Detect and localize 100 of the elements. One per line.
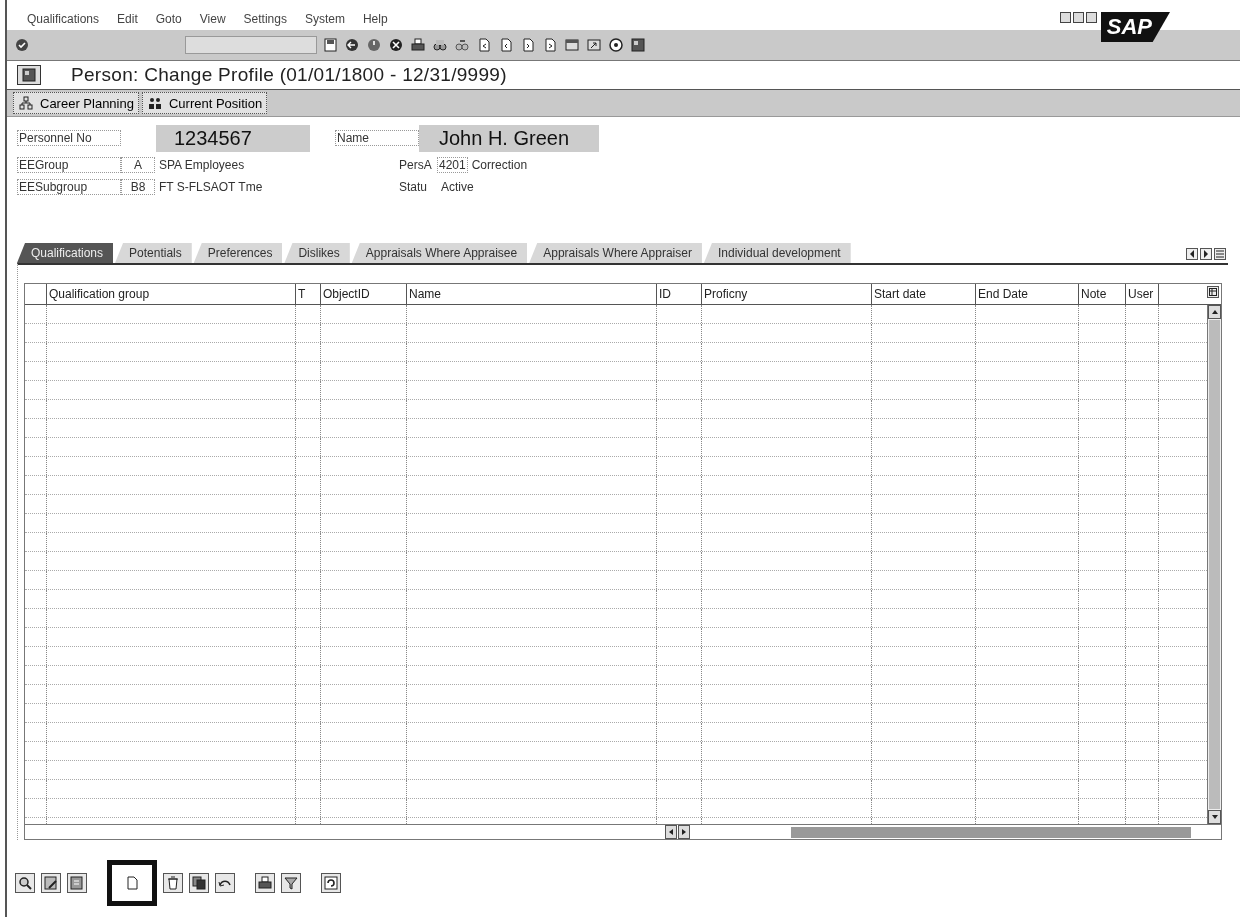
app-button[interactable]: Career Planning [13,92,139,114]
down-arrow-icon[interactable] [1211,815,1218,819]
toolbar-button[interactable] [13,36,31,54]
left-arrow-icon[interactable] [669,829,673,835]
people-icon [146,95,163,111]
menu-item[interactable]: Qualifications [25,12,102,26]
minimize-button[interactable] [1059,12,1071,23]
field-label: Statu [399,180,429,194]
table-action-button[interactable] [41,873,61,893]
copy-icon [191,875,207,891]
left-arrow-icon [1189,250,1195,258]
back-icon [344,37,360,53]
printer-icon [257,875,273,891]
menu-item[interactable]: Help [360,12,390,26]
funnel-icon [283,875,299,891]
column-header[interactable]: Qualification group [47,284,296,304]
table-action-button[interactable] [321,873,341,893]
binoculars-icon [454,37,470,53]
help-icon [608,37,624,53]
field-text: SPA Employees [159,158,246,172]
menu-item[interactable]: View [197,12,228,26]
personnel-number: 1234567 [156,124,310,152]
hierarchy-icon [18,95,34,111]
magnifier-icon [17,875,33,891]
tab[interactable]: Qualifications [17,243,114,263]
toolbar-button[interactable] [409,36,427,54]
table-action-button[interactable] [281,873,301,893]
field-label: EESubgroup [17,179,121,195]
tab-list-button[interactable] [1214,248,1226,260]
page-icon [542,37,558,53]
list-icon [1216,250,1224,258]
page-icon [476,37,492,53]
tab[interactable]: Appraisals Where Appraiser [529,243,702,263]
page-icon [498,37,514,53]
toolbar-button[interactable] [607,36,625,54]
page-icon [520,37,536,53]
edit-icon [43,875,59,891]
window-icon [586,37,602,53]
table-action-button[interactable] [107,860,157,906]
column-header[interactable]: Name [407,284,657,304]
binoculars-icon [432,37,448,53]
toolbar-button[interactable] [321,36,339,54]
menu-item[interactable]: Goto [153,12,184,26]
field-label: Personnel No [17,130,121,146]
column-header[interactable]: Note [1079,284,1126,304]
field-label: EEGroup [17,157,121,173]
field-value: A [121,157,155,173]
window-icon [564,37,580,53]
field-label: PersA [399,158,433,172]
tab[interactable]: Appraisals Where Appraisee [351,243,528,263]
grid-icon [1209,288,1217,296]
right-arrow-icon [1203,250,1209,258]
table-settings-button[interactable] [1207,286,1219,298]
tab[interactable]: Individual development [703,243,851,263]
right-arrow-icon[interactable] [682,829,686,835]
close-button[interactable] [1085,12,1097,23]
table-action-button[interactable] [189,873,209,893]
menu-item[interactable]: System [302,12,347,26]
app-button[interactable]: Current Position [141,92,268,114]
column-header[interactable]: Proficny [702,284,872,304]
column-header[interactable]: ID [657,284,702,304]
table-action-button[interactable] [15,873,35,893]
column-header[interactable]: End Date [976,284,1079,304]
printer-icon [410,37,426,53]
horizontal-scrollbar[interactable] [25,824,1221,839]
column-header[interactable]: T [296,284,321,304]
tab[interactable]: Dislikes [284,243,350,263]
cancel-icon [388,37,404,53]
table-action-button[interactable] [67,873,87,893]
column-header[interactable]: ObjectID [321,284,407,304]
employee-name: John H. Green [419,124,599,152]
refresh-icon [323,875,339,891]
check-icon [14,37,30,53]
scroll-right-button[interactable] [1200,248,1212,260]
save-icon [322,37,338,53]
up-arrow-icon[interactable] [1211,310,1218,314]
menu-item[interactable]: Settings [241,12,289,26]
screen-title: Person: Change Profile (01/01/1800 - 12/31/9999) [71,64,507,86]
maximize-button[interactable] [1072,12,1084,23]
vertical-scrollbar[interactable] [1207,305,1221,824]
field-text: FT S-FLSAOT Tme [159,180,264,194]
menu-item[interactable]: Edit [115,12,140,26]
field-value: B8 [121,179,155,195]
screen-menu-button[interactable] [17,65,41,85]
table-action-button[interactable] [255,873,275,893]
table-action-button[interactable] [215,873,235,893]
command-field[interactable] [185,36,317,54]
tab[interactable]: Potentials [115,243,192,263]
toolbar-button[interactable] [343,36,361,54]
trash-icon [165,875,181,891]
field-text: Correction [471,158,529,172]
new-document-icon [124,875,140,891]
tab[interactable]: Preferences [193,243,283,263]
table-action-button[interactable] [163,873,183,893]
toolbar-button[interactable] [387,36,405,54]
scroll-left-button[interactable] [1186,248,1198,260]
field-text: Active [441,180,475,194]
column-header[interactable]: Start date [872,284,976,304]
document-icon [69,875,85,891]
column-header[interactable]: User [1126,284,1159,304]
